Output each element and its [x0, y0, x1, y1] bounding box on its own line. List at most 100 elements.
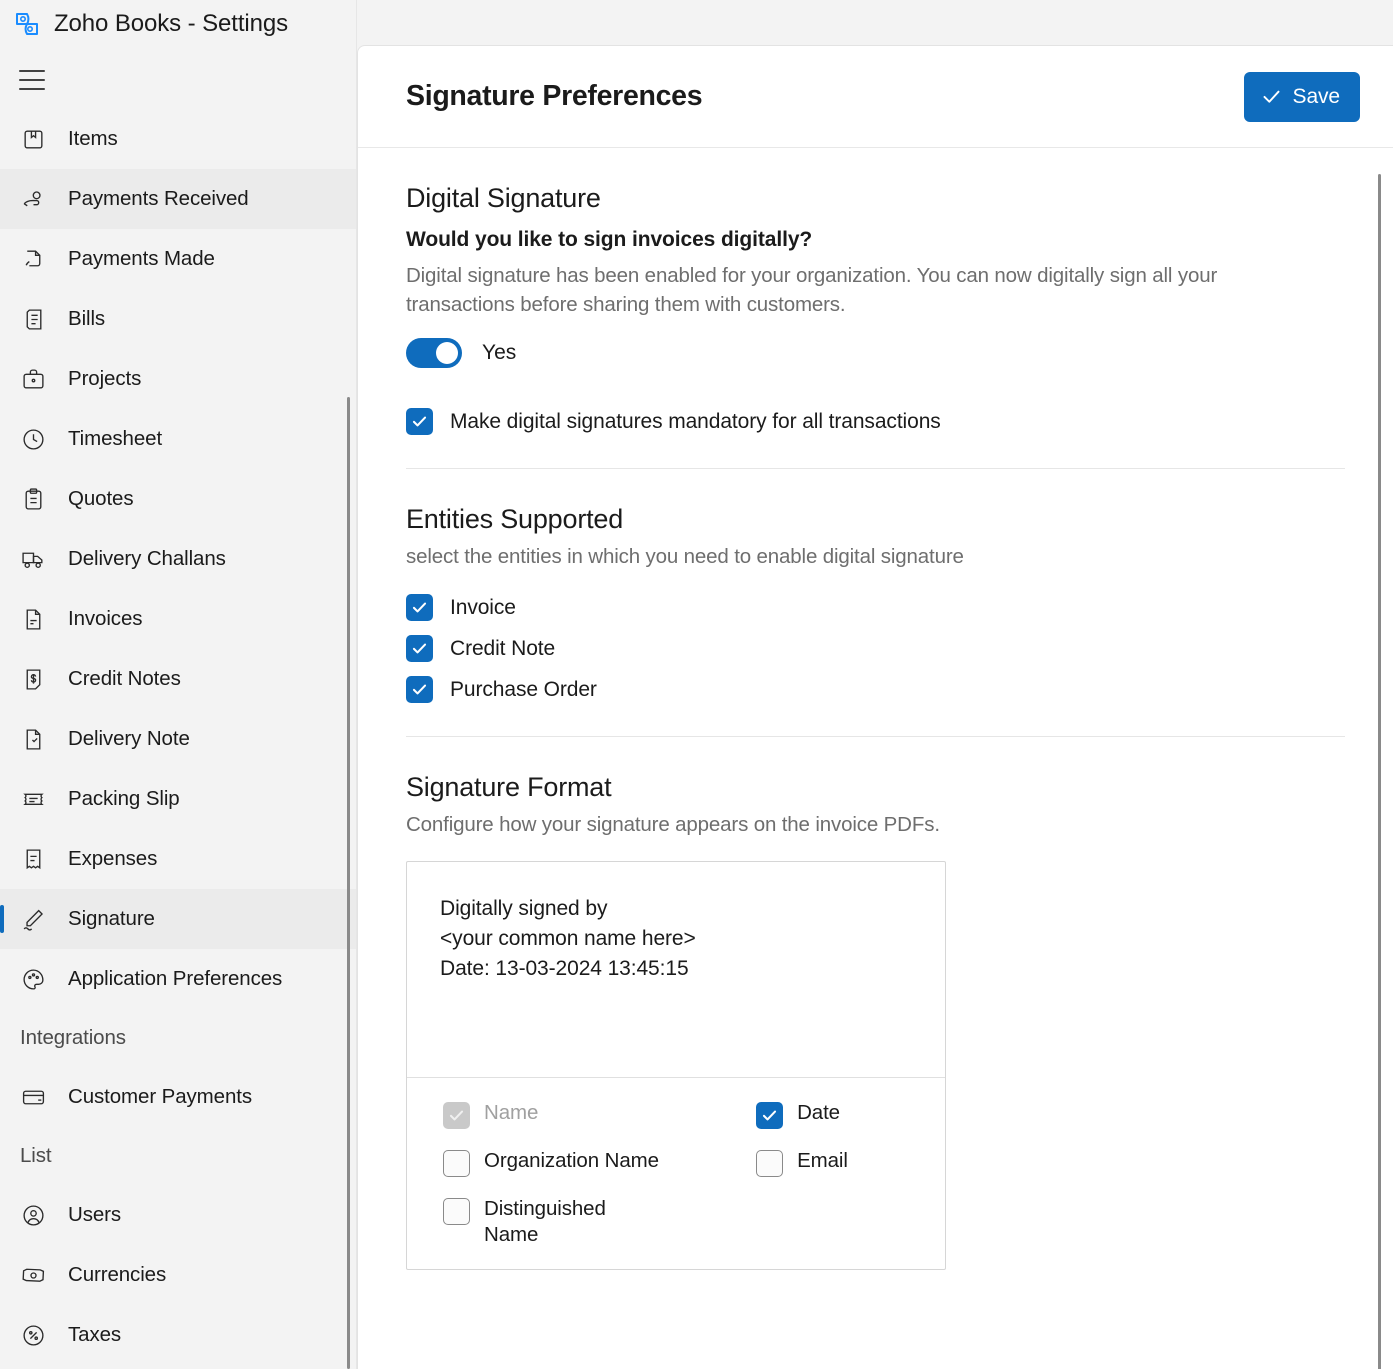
signature-field-row-distinguished-name[interactable]: Distinguished Name: [443, 1196, 756, 1247]
sidebar-item-quotes[interactable]: Quotes: [0, 469, 357, 529]
section-divider-1: [406, 468, 1345, 469]
save-button[interactable]: Save: [1244, 72, 1360, 122]
entity-checkbox-row-purchase-order[interactable]: Purchase Order: [406, 676, 1345, 703]
checkmark-icon: [1261, 86, 1282, 107]
briefcase-icon: [20, 366, 46, 392]
sidebar-item-payments-received[interactable]: Payments Received: [0, 169, 357, 229]
entity-checkbox-row-invoice[interactable]: Invoice: [406, 594, 1345, 621]
digital-signature-section: Digital Signature Would you like to sign…: [358, 183, 1393, 435]
document-icon: [20, 606, 46, 632]
hand-coin-icon: [20, 186, 46, 212]
signature-field-label-name: Name: [484, 1100, 538, 1126]
zoho-books-logo-icon: [13, 10, 41, 38]
sidebar-item-invoices[interactable]: Invoices: [0, 589, 357, 649]
save-button-label: Save: [1293, 85, 1340, 109]
sidebar-item-label: Users: [68, 1203, 121, 1227]
main-scrollbar-thumb[interactable]: [1378, 174, 1381, 1369]
sidebar-item-label: Payments Made: [68, 247, 215, 271]
sidebar-item-currencies[interactable]: Currencies: [0, 1245, 357, 1305]
entity-checkbox-credit-note[interactable]: [406, 635, 433, 662]
sidebar-item-label: Expenses: [68, 847, 157, 871]
main-scrollbar[interactable]: [1378, 46, 1381, 1369]
sidebar-item-bills[interactable]: Bills: [0, 289, 357, 349]
sidebar-item-expenses[interactable]: Expenses: [0, 829, 357, 889]
sidebar-item-projects[interactable]: Projects: [0, 349, 357, 409]
document-dollar-icon: [20, 666, 46, 692]
signature-field-row-date[interactable]: Date: [756, 1100, 945, 1148]
sidebar-scrollbar-thumb[interactable]: [347, 397, 350, 1369]
entities-supported-description: select the entities in which you need to…: [406, 545, 1345, 569]
sidebar-item-items[interactable]: Items: [0, 109, 357, 169]
window-title: Zoho Books - Settings: [54, 10, 288, 38]
entity-checkbox-purchase-order[interactable]: [406, 676, 433, 703]
sidebar-item-customer-payments[interactable]: Customer Payments: [0, 1067, 357, 1127]
sidebar-scrollbar[interactable]: [347, 0, 350, 1369]
mandatory-signatures-checkbox-row[interactable]: Make digital signatures mandatory for al…: [406, 408, 1345, 435]
entity-checkbox-invoice[interactable]: [406, 594, 433, 621]
signature-preview: Digitally signed by <your common name he…: [407, 862, 945, 1077]
digital-signature-toggle[interactable]: [406, 338, 462, 368]
signature-preview-line-1: Digitally signed by: [440, 894, 945, 924]
signature-field-checkbox-name: [443, 1102, 470, 1129]
sidebar-item-label: Timesheet: [68, 427, 162, 451]
entity-checkbox-row-credit-note[interactable]: Credit Note: [406, 635, 1345, 662]
signature-field-row-email[interactable]: Email: [756, 1148, 945, 1196]
sidebar-item-label: Delivery Challans: [68, 547, 226, 571]
sidebar-item-timesheet[interactable]: Timesheet: [0, 409, 357, 469]
hand-document-icon: [20, 246, 46, 272]
sidebar-item-label: Credit Notes: [68, 667, 181, 691]
sidebar-item-packing-slip[interactable]: Packing Slip: [0, 769, 357, 829]
sidebar-item-signature[interactable]: Signature: [0, 889, 357, 949]
sidebar-item-label: Taxes: [68, 1323, 121, 1347]
sidebar-item-label: Items: [68, 127, 118, 151]
hamburger-menu-icon[interactable]: [4, 57, 60, 103]
bill-icon: [20, 306, 46, 332]
sidebar-item-label: Payments Received: [68, 187, 249, 211]
entity-label-invoice: Invoice: [450, 596, 516, 620]
checkmark-icon: [410, 412, 429, 431]
truck-icon: [20, 546, 46, 572]
entities-supported-section: Entities Supported select the entities i…: [358, 504, 1393, 703]
settings-content: Digital Signature Would you like to sign…: [358, 183, 1393, 1270]
signature-format-description: Configure how your signature appears on …: [406, 813, 1345, 837]
sidebar-item-label: Delivery Note: [68, 727, 190, 751]
signature-field-checkbox-distinguished-name[interactable]: [443, 1198, 470, 1225]
sidebar-item-label: Customer Payments: [68, 1085, 252, 1109]
signature-field-checkbox-email[interactable]: [756, 1150, 783, 1177]
user-circle-icon: [20, 1202, 46, 1228]
section-divider-2: [406, 736, 1345, 737]
sidebar-item-label: Application Preferences: [68, 967, 282, 991]
signature-field-checkbox-organization-name[interactable]: [443, 1150, 470, 1177]
signature-field-label-distinguished-name: Distinguished Name: [484, 1196, 634, 1247]
sidebar-item-label: Invoices: [68, 607, 142, 631]
signature-field-label-date: Date: [797, 1100, 840, 1126]
sidebar-item-payments-made[interactable]: Payments Made: [0, 229, 357, 289]
signature-field-label-email: Email: [797, 1148, 848, 1174]
sidebar-item-delivery-challans[interactable]: Delivery Challans: [0, 529, 357, 589]
signature-field-row-organization-name[interactable]: Organization Name: [443, 1148, 756, 1196]
sidebar-item-taxes[interactable]: Taxes: [0, 1305, 357, 1365]
sidebar-item-credit-notes[interactable]: Credit Notes: [0, 649, 357, 709]
sidebar-item-label: Projects: [68, 367, 141, 391]
page-header: Signature Preferences Save: [358, 46, 1393, 148]
mandatory-signatures-label: Make digital signatures mandatory for al…: [450, 410, 941, 434]
sidebar-item-users[interactable]: Users: [0, 1185, 357, 1245]
signature-field-row-name: Name: [443, 1100, 756, 1148]
sidebar-group-list: List: [0, 1127, 357, 1185]
sidebar-item-application-preferences[interactable]: Application Preferences: [0, 949, 357, 1009]
sidebar-item-label: Signature: [68, 907, 155, 931]
clipboard-icon: [20, 486, 46, 512]
checkmark-icon: [410, 598, 429, 617]
palette-icon: [20, 966, 46, 992]
signature-preview-line-2: <your common name here>: [440, 924, 945, 954]
signature-format-section: Signature Format Configure how your sign…: [358, 772, 1393, 1270]
document-check-icon: [20, 726, 46, 752]
checkmark-icon: [410, 680, 429, 699]
sidebar-item-delivery-note[interactable]: Delivery Note: [0, 709, 357, 769]
page-title: Signature Preferences: [406, 80, 702, 113]
signature-field-checkbox-date[interactable]: [756, 1102, 783, 1129]
money-icon: [20, 1262, 46, 1288]
signature-pen-icon: [20, 906, 46, 932]
mandatory-signatures-checkbox[interactable]: [406, 408, 433, 435]
settings-main-panel: Signature Preferences Save Digital Signa…: [357, 45, 1393, 1369]
